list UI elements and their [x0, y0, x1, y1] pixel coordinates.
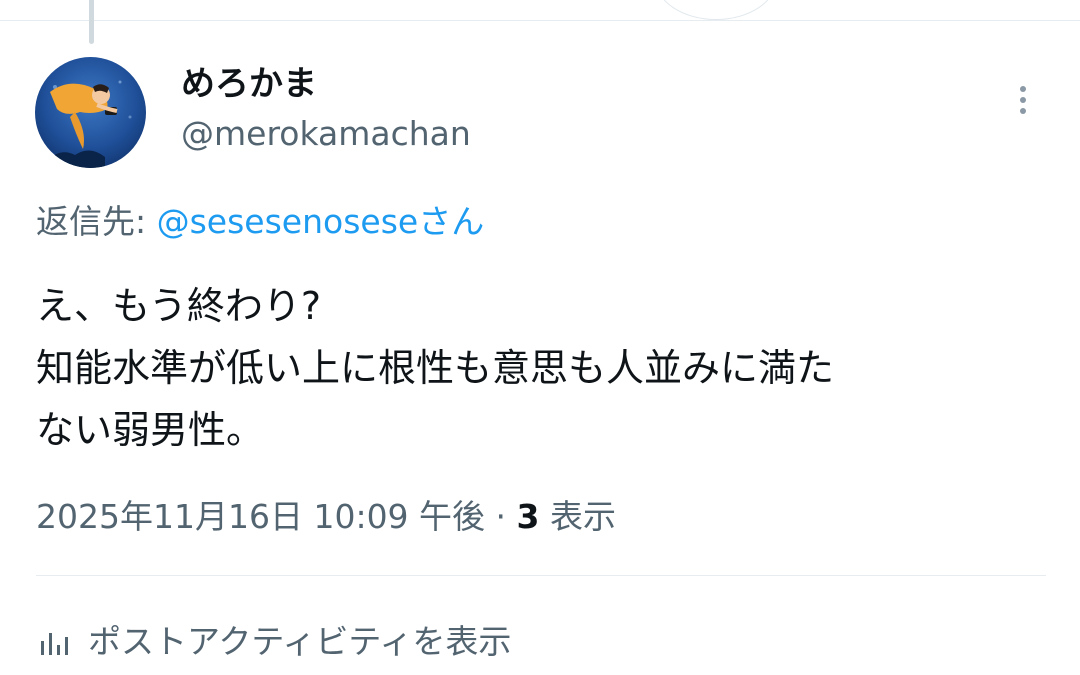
- bar-chart-icon: [41, 633, 68, 655]
- tweet-line: ない弱男性。: [36, 408, 265, 452]
- avatar-image: [35, 57, 146, 168]
- more-vertical-icon: [1020, 86, 1026, 114]
- view-label: 表示: [539, 497, 616, 536]
- reply-mention-link[interactable]: @sesesenoseseさん: [157, 202, 485, 241]
- view-count: 3: [516, 497, 540, 536]
- author-handle[interactable]: @merokamachan: [181, 112, 471, 156]
- post-activity-label: ポストアクティビティを表示: [88, 622, 512, 661]
- top-arc-decoration: [655, 0, 777, 20]
- thread-connector-line: [89, 0, 94, 44]
- more-options-button[interactable]: [1005, 82, 1041, 118]
- bottom-divider: [36, 575, 1046, 576]
- meta-separator: ·: [485, 497, 517, 536]
- reply-context: 返信先: @sesesenoseseさん: [36, 198, 484, 246]
- tweet-timestamp[interactable]: 2025年11月16日 10:09 午後: [36, 497, 485, 536]
- post-activity-button[interactable]: ポストアクティビティを表示: [36, 616, 511, 668]
- author-display-name[interactable]: めろかま: [181, 62, 317, 106]
- tweet-meta: 2025年11月16日 10:09 午後 · 3 表示: [36, 493, 616, 541]
- tweet-text: え、もう終わり? 知能水準が低い上に根性も意思も人並みに満た ない弱男性。: [36, 275, 1056, 461]
- avatar[interactable]: [35, 57, 146, 168]
- tweet-line: 知能水準が低い上に根性も意思も人並みに満た: [36, 346, 835, 390]
- top-divider: [0, 20, 1080, 21]
- tweet-line: え、もう終わり?: [36, 284, 322, 328]
- reply-prefix: 返信先:: [36, 202, 157, 241]
